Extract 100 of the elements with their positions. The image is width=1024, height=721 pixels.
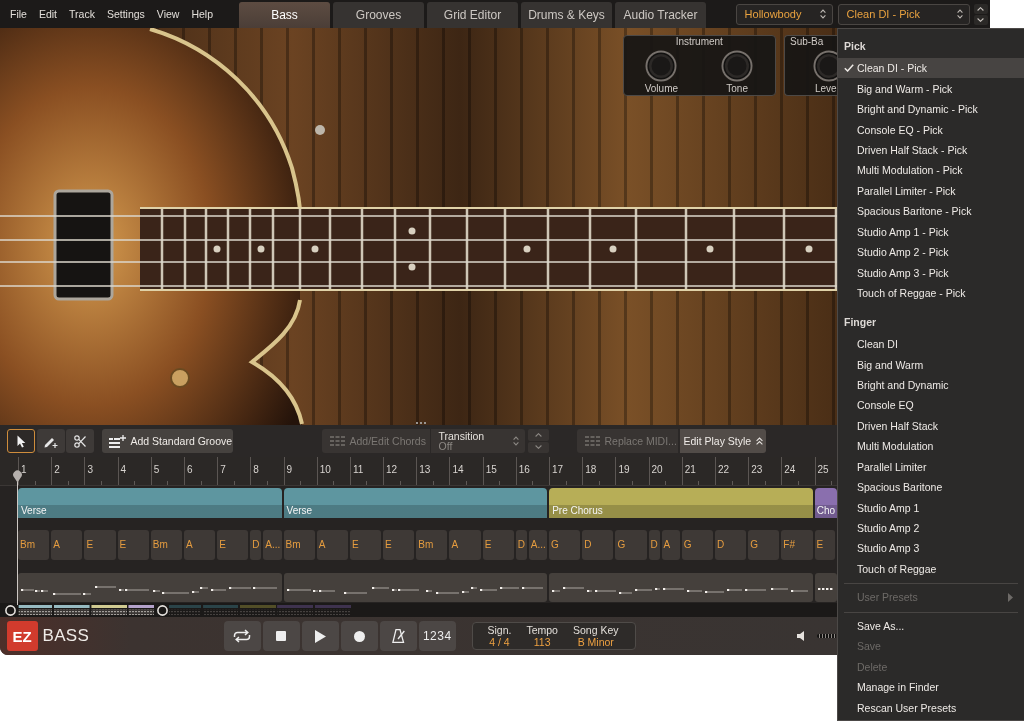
edit-play-style-button[interactable]: Edit Play Style — [679, 429, 766, 453]
pattern-block[interactable] — [814, 572, 837, 602]
menu-item[interactable]: Touch of Reggae - Pick — [838, 282, 1024, 304]
chord-block[interactable]: A — [316, 530, 348, 560]
tab[interactable]: Grooves — [333, 2, 424, 28]
chord-block[interactable]: F# — [781, 530, 813, 560]
chord-block[interactable]: Bm — [283, 530, 315, 560]
menu-item[interactable]: Studio Amp 1 - Pick — [838, 221, 1024, 242]
menu-item[interactable]: File — [10, 8, 27, 20]
chord-block[interactable]: G — [748, 530, 780, 560]
chord-block[interactable]: G — [615, 530, 647, 560]
metronome-button[interactable] — [380, 621, 417, 651]
tab[interactable]: Grid Editor — [427, 2, 518, 28]
draw-tool-button[interactable] — [36, 429, 65, 453]
menu-item[interactable]: Help — [191, 8, 214, 20]
chord-block[interactable]: D — [250, 530, 262, 560]
tab[interactable]: Bass — [239, 2, 330, 28]
chord-block[interactable]: E — [349, 530, 382, 560]
chord-block[interactable]: A — [183, 530, 216, 560]
preset-down-button[interactable] — [973, 14, 988, 25]
song-section[interactable]: Verse — [283, 488, 548, 518]
chord-block[interactable]: E — [117, 530, 149, 560]
speaker-icon[interactable] — [797, 631, 806, 641]
chord-block[interactable]: D — [648, 530, 660, 560]
chord-block[interactable]: G — [681, 530, 713, 560]
chord-block[interactable]: D — [515, 530, 527, 560]
menu-item[interactable]: Big and Warm — [838, 354, 1024, 375]
menu-item[interactable]: Parallel Limiter - Pick — [838, 180, 1024, 202]
play-button[interactable] — [302, 621, 339, 651]
record-button[interactable] — [341, 621, 378, 651]
menu-item[interactable]: Spacious Baritone - Pick — [838, 201, 1024, 222]
menu-item[interactable]: Track — [69, 8, 95, 20]
menu-item[interactable]: Settings — [106, 8, 145, 20]
song-section[interactable]: Cho — [814, 488, 837, 518]
menu-item[interactable]: Studio Amp 2 — [838, 517, 1024, 539]
menu-item[interactable]: Manage in Finder — [838, 676, 1024, 698]
preset-up-button[interactable] — [973, 3, 988, 14]
field-value[interactable]: B Minor — [577, 636, 614, 648]
field-value[interactable]: 4 / 4 — [489, 636, 510, 648]
select-tool-button[interactable] — [7, 429, 35, 453]
menu-item[interactable]: Console EQ - Pick — [838, 119, 1024, 140]
chord-block[interactable]: E — [84, 530, 116, 560]
menu-item[interactable]: Bright and Dynamic — [838, 374, 1024, 396]
chord-block[interactable]: D — [582, 530, 614, 560]
chord-block[interactable]: Bm — [416, 530, 448, 560]
chord-block[interactable]: A... — [263, 530, 282, 560]
knob[interactable] — [645, 49, 678, 82]
field-value[interactable]: 113 — [533, 636, 551, 648]
chord-block[interactable]: E — [814, 530, 835, 560]
split-tool-button[interactable] — [66, 429, 94, 453]
chord-block[interactable]: A — [51, 530, 83, 560]
menu-item[interactable]: Studio Amp 3 — [838, 538, 1024, 559]
menu-item[interactable]: Save As... — [838, 615, 1024, 636]
menu-item[interactable]: Big and Warm - Pick — [838, 78, 1024, 99]
menu-item[interactable]: Multi Modulation — [838, 436, 1024, 457]
range-handle[interactable] — [156, 604, 168, 616]
chord-block[interactable]: E — [217, 530, 249, 560]
range-handle[interactable] — [4, 604, 16, 616]
transition-up-button[interactable] — [527, 429, 549, 441]
preset-dropdown[interactable]: Clean DI - Pick — [837, 3, 970, 25]
chord-block[interactable]: E — [383, 530, 415, 560]
chord-block[interactable]: A — [661, 530, 680, 560]
menu-item[interactable]: Parallel Limiter — [838, 456, 1024, 477]
menu-item[interactable]: Driven Half Stack — [838, 415, 1024, 437]
knob[interactable] — [721, 49, 754, 82]
menu-item[interactable]: Edit — [38, 8, 57, 20]
transition-dropdown[interactable]: Transition Off — [430, 429, 525, 453]
chord-block[interactable]: A... — [528, 530, 547, 560]
menu-item[interactable]: Multi Modulation - Pick — [838, 160, 1024, 181]
menu-item[interactable]: Console EQ — [838, 395, 1024, 416]
chord-block[interactable]: Bm — [150, 530, 182, 560]
chord-block[interactable]: D — [714, 530, 747, 560]
menu-item[interactable]: Bright and Dynamic - Pick — [838, 98, 1024, 120]
menu-item[interactable]: Spacious Baritone — [838, 476, 1024, 498]
menu-item[interactable]: Rescan User Presets — [838, 697, 1024, 718]
menu-item[interactable]: Driven Half Stack - Pick — [838, 139, 1024, 161]
menu-item[interactable]: Studio Amp 1 — [838, 497, 1024, 518]
chord-block[interactable]: G — [549, 530, 581, 560]
volume-slider[interactable] — [817, 634, 836, 638]
timeline-ruler[interactable]: 1 2 3 4 5 6 7 8 9 10 11 12 13 14 15 16 17 18 19 20 21 22 23 24 25 — [0, 457, 837, 486]
count-in-button[interactable]: 1234 — [419, 621, 456, 651]
menu-item[interactable]: Studio Amp 2 - Pick — [838, 241, 1024, 263]
menu-item[interactable]: Clean DI - Pick — [838, 58, 1024, 79]
song-section[interactable]: Verse — [18, 488, 282, 518]
menu-item[interactable]: View — [156, 8, 180, 20]
transition-down-button[interactable] — [527, 441, 549, 453]
menu-item[interactable]: Studio Amp 3 - Pick — [838, 262, 1024, 283]
bar-number: 4 — [120, 464, 127, 476]
instrument-dropdown[interactable]: Hollowbody — [735, 3, 833, 25]
stop-button[interactable] — [263, 621, 300, 651]
loop-button[interactable] — [224, 621, 261, 651]
add-groove-button[interactable]: Add Standard Groove — [101, 429, 233, 453]
chord-block[interactable]: Bm — [18, 530, 50, 560]
chord-block[interactable]: E — [482, 530, 514, 560]
metronome-icon — [391, 629, 405, 643]
menu-item[interactable]: Clean DI — [838, 333, 1024, 355]
tab[interactable]: Drums & Keys — [521, 2, 612, 28]
tab[interactable]: Audio Tracker — [615, 2, 706, 28]
menu-item[interactable]: Touch of Reggae — [838, 558, 1024, 580]
chord-block[interactable]: A — [449, 530, 481, 560]
